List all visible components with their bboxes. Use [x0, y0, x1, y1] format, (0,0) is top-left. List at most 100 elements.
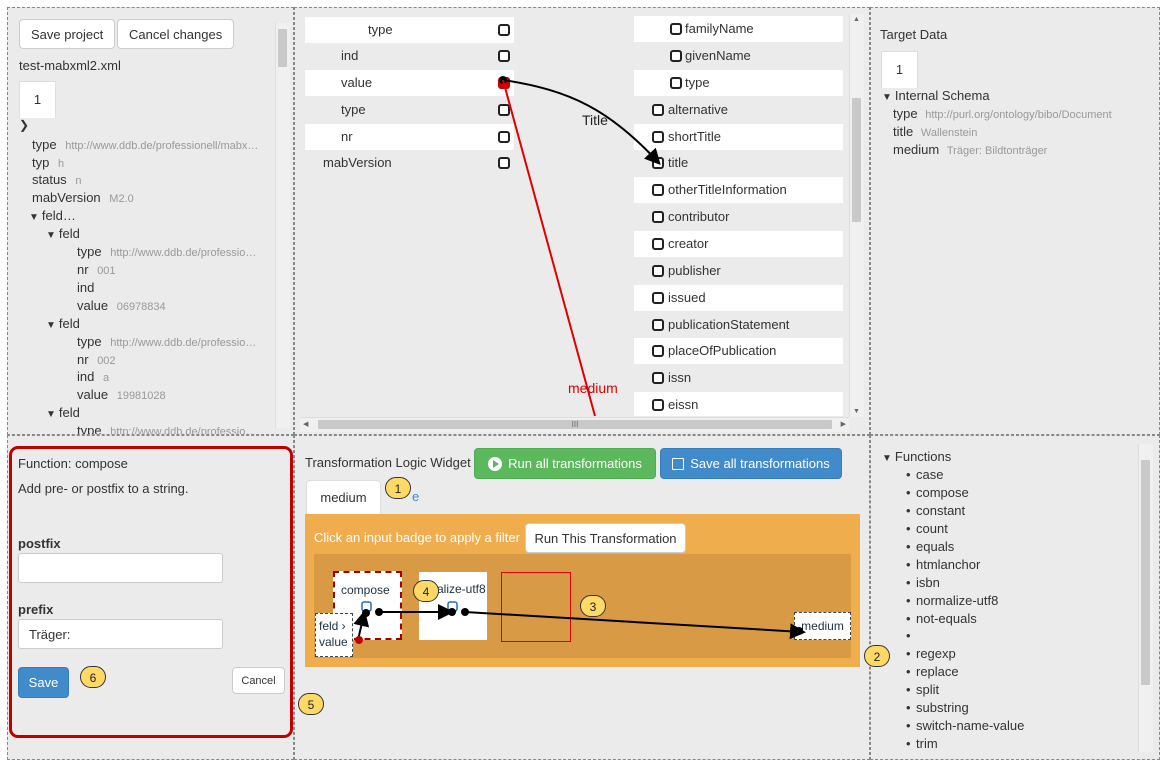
chevron-down-icon[interactable]: ▼	[882, 92, 892, 103]
chevron-down-icon[interactable]: ▼	[882, 453, 892, 464]
scroll-down-icon[interactable]: ▼	[853, 408, 860, 415]
scrollbar-thumb[interactable]	[278, 29, 287, 67]
target-field-row[interactable]: contributor	[634, 204, 843, 230]
function-cancel-button[interactable]: Cancel	[232, 667, 285, 694]
run-this-transformation-button[interactable]: Run This Transformation	[525, 523, 686, 553]
function-item[interactable]: split	[906, 682, 939, 697]
function-item[interactable]: count	[906, 521, 948, 536]
connector-checkbox[interactable]	[498, 104, 510, 116]
function-item[interactable]: not-equals	[906, 611, 977, 626]
target-field-row[interactable]: alternative	[634, 97, 843, 123]
chevron-down-icon[interactable]: ▼	[46, 409, 56, 420]
record-tab-1[interactable]: 1	[19, 81, 56, 118]
function-item[interactable]: regexp	[906, 646, 956, 661]
postfix-input[interactable]	[18, 553, 223, 583]
target-field-row[interactable]: otherTitleInformation	[634, 177, 843, 203]
target-field-row[interactable]: issued	[634, 285, 843, 311]
tree-node-feld[interactable]: ▼ feld	[46, 226, 80, 241]
save-project-button[interactable]: Save project	[19, 19, 116, 49]
connector-checkbox[interactable]	[652, 184, 664, 196]
connector-checkbox[interactable]	[498, 50, 510, 62]
target-field-row[interactable]: publisher	[634, 258, 843, 284]
functions-scrollbar[interactable]	[1138, 444, 1153, 752]
target-field-row[interactable]: creator	[634, 231, 843, 257]
scroll-right-icon[interactable]: ▶	[841, 420, 846, 428]
target-field-row[interactable]: type	[634, 70, 843, 96]
function-item[interactable]: normalize-utf8	[906, 593, 998, 608]
scrollbar-thumb[interactable]: III	[318, 420, 832, 429]
function-item[interactable]: replace	[906, 664, 959, 679]
scroll-up-icon[interactable]: ▲	[853, 16, 860, 23]
function-item[interactable]: trim	[906, 736, 938, 751]
target-field-row[interactable]: publicationStatement	[634, 312, 843, 338]
function-save-button[interactable]: Save	[18, 667, 69, 698]
tree-node-feld-root[interactable]: ▼ feld…	[29, 208, 76, 223]
function-item[interactable]: substring	[906, 700, 969, 715]
connector-checkbox[interactable]	[652, 265, 664, 277]
target-field-row[interactable]: shortTitle	[634, 124, 843, 150]
callout-badge: 3	[580, 595, 606, 617]
connector-checkbox[interactable]	[652, 131, 664, 143]
connector-checkbox[interactable]	[652, 157, 664, 169]
prefix-label: prefix	[18, 602, 54, 617]
mapping-vscrollbar[interactable]: ▲ ▼	[849, 14, 864, 417]
connector-checkbox[interactable]	[498, 24, 510, 36]
source-field-row[interactable]: nr	[305, 124, 514, 150]
connector-checkbox[interactable]	[652, 238, 664, 250]
tree-node-feld[interactable]: ▼ feld	[46, 316, 80, 331]
run-all-transformations-button[interactable]: Run all transformations	[474, 448, 656, 479]
chevron-down-icon[interactable]: ▼	[46, 320, 56, 331]
chevron-down-icon[interactable]: ▼	[46, 230, 56, 241]
connector-checkbox[interactable]	[670, 77, 682, 89]
target-field-row[interactable]: familyName	[634, 16, 843, 42]
connector-checkbox[interactable]	[652, 399, 664, 411]
connector-checkbox[interactable]	[652, 319, 664, 331]
internal-schema-node[interactable]: ▼ Internal Schema	[882, 88, 990, 103]
source-field-row[interactable]: value	[305, 70, 514, 96]
scrollbar-thumb[interactable]	[852, 98, 861, 222]
chevron-down-icon[interactable]: ▼	[29, 212, 39, 223]
chevron-down-icon[interactable]: ❯	[19, 118, 29, 132]
function-item[interactable]: equals	[906, 539, 954, 554]
connector-checkbox-active[interactable]	[498, 77, 510, 89]
target-tab-1[interactable]: 1	[881, 51, 918, 88]
connector-checkbox[interactable]	[652, 292, 664, 304]
tab-second[interactable]: e	[412, 489, 419, 504]
target-field-row[interactable]: givenName	[634, 43, 843, 69]
function-item[interactable]: htmlanchor	[906, 557, 980, 572]
target-field-row[interactable]: title	[634, 150, 843, 176]
connector-checkbox[interactable]	[498, 157, 510, 169]
source-field-row[interactable]: ind	[305, 43, 514, 69]
source-field-row[interactable]: type	[305, 97, 514, 123]
target-field-row[interactable]: issn	[634, 365, 843, 391]
function-item[interactable]: isbn	[906, 575, 940, 590]
source-field-row[interactable]: mabVersion	[305, 150, 514, 176]
mapping-hscrollbar[interactable]: ◀ III ▶	[300, 417, 849, 432]
function-item[interactable]: constant	[906, 503, 965, 518]
target-field-row[interactable]: placeOfPublication	[634, 338, 843, 364]
tab-medium[interactable]: medium	[306, 480, 381, 514]
connector-checkbox[interactable]	[652, 372, 664, 384]
source-scrollbar[interactable]	[275, 23, 290, 428]
function-item[interactable]: compose	[906, 485, 969, 500]
input-badge-feld-value[interactable]: feld › value	[315, 613, 353, 657]
prefix-input[interactable]	[18, 619, 223, 649]
drop-target-box[interactable]	[501, 572, 571, 642]
source-field-row[interactable]: type	[305, 17, 514, 43]
connector-checkbox[interactable]	[652, 345, 664, 357]
connector-checkbox[interactable]	[652, 211, 664, 223]
connector-checkbox[interactable]	[670, 23, 682, 35]
tree-node-feld[interactable]: ▼ feld	[46, 405, 80, 420]
connector-checkbox[interactable]	[652, 104, 664, 116]
scroll-left-icon[interactable]: ◀	[303, 420, 308, 428]
function-item[interactable]: switch-name-value	[906, 718, 1024, 733]
output-badge-medium[interactable]: medium	[794, 612, 851, 640]
connector-checkbox[interactable]	[670, 50, 682, 62]
scrollbar-thumb[interactable]	[1141, 460, 1150, 685]
cancel-changes-button[interactable]: Cancel changes	[117, 19, 235, 49]
save-all-transformations-button[interactable]: Save all transformations	[660, 448, 842, 479]
target-field-row[interactable]: eissn	[634, 392, 843, 416]
functions-node[interactable]: ▼ Functions	[882, 449, 951, 464]
connector-checkbox[interactable]	[498, 131, 510, 143]
function-item[interactable]: case	[906, 467, 944, 482]
